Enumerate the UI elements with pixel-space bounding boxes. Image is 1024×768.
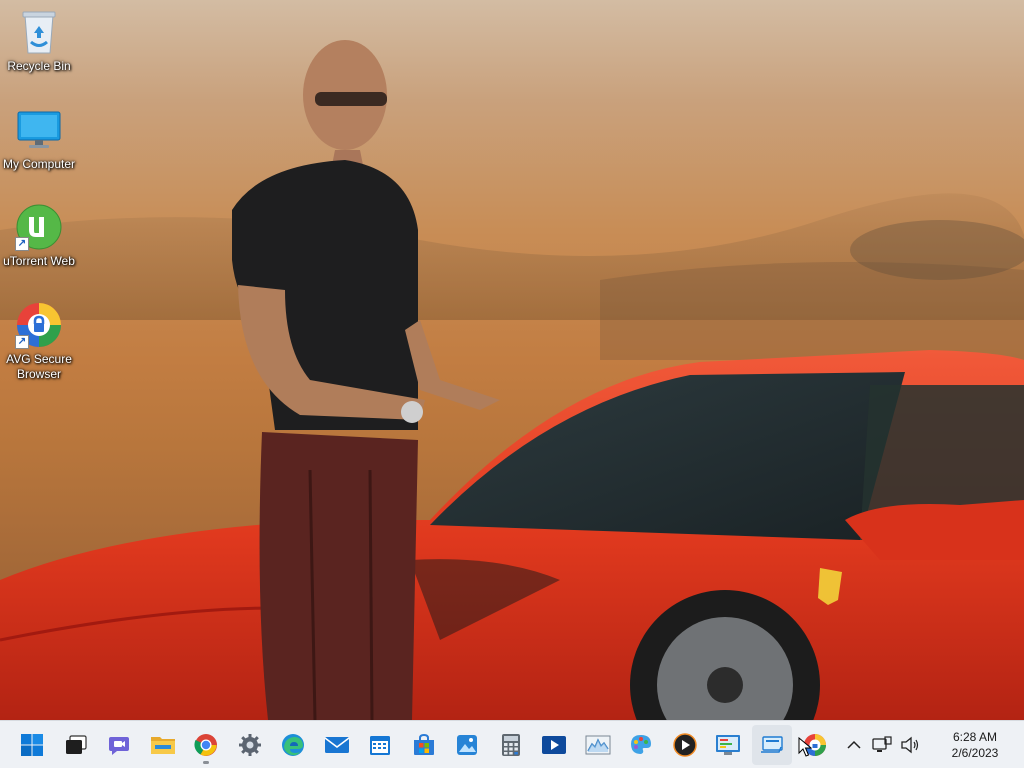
file-explorer-icon	[150, 737, 175, 754]
taskbar-clock[interactable]: 6:28 AM 2/6/2023	[932, 729, 1018, 761]
avg-browser-icon: ↗	[15, 301, 63, 349]
network-icon[interactable]	[870, 733, 894, 757]
chrome-icon	[194, 734, 217, 756]
chrome-button[interactable]	[186, 725, 226, 765]
media-player-button[interactable]	[665, 725, 705, 765]
taskbar: 6:28 AM 2/6/2023	[0, 720, 1024, 768]
utorrent-icon: ↗	[15, 203, 63, 251]
calculator-icon	[501, 734, 520, 756]
desktop-icon-label: AVG Secure Browser	[6, 352, 72, 381]
paint-button[interactable]	[621, 725, 661, 765]
chevron-up-icon[interactable]	[842, 733, 866, 757]
settings-gear-icon	[238, 734, 261, 756]
media-player-icon	[672, 733, 697, 757]
edge-icon	[282, 734, 304, 756]
microsoft-store-icon	[413, 733, 434, 755]
recycle-bin-icon	[15, 8, 63, 56]
volume-icon[interactable]	[898, 733, 922, 757]
desktop-wallpaper	[0, 0, 1024, 720]
desktop-icon-avg-secure-browser[interactable]: ↗ AVG Secure Browser	[0, 301, 78, 382]
resource-monitor-button[interactable]	[578, 725, 618, 765]
calendar-icon	[370, 736, 390, 755]
remote-desktop-icon	[760, 736, 783, 753]
mail-icon	[324, 737, 349, 753]
paint-icon	[631, 735, 651, 754]
photos-icon	[457, 735, 477, 755]
calculator-button[interactable]	[491, 725, 531, 765]
control-panel-button[interactable]	[708, 725, 748, 765]
desktop-icon-utorrent-web[interactable]: ↗ uTorrent Web	[0, 203, 78, 269]
shortcut-arrow-icon: ↗	[15, 237, 29, 251]
mouse-cursor-icon	[798, 737, 812, 757]
teams-chat-icon	[109, 737, 129, 755]
calendar-button[interactable]	[360, 725, 400, 765]
remote-desktop-button[interactable]	[751, 725, 792, 765]
start-button[interactable]	[12, 725, 52, 765]
movies-tv-icon	[542, 736, 566, 754]
file-explorer-button[interactable]	[143, 725, 183, 765]
microsoft-store-button[interactable]	[404, 725, 444, 765]
movies-tv-button[interactable]	[534, 725, 574, 765]
desktop-icon-label: Recycle Bin	[7, 59, 71, 73]
task-view-button[interactable]	[56, 725, 96, 765]
taskbar-pinned-apps	[12, 721, 839, 768]
control-panel-icon	[716, 735, 740, 755]
teams-chat-button[interactable]	[99, 725, 139, 765]
photos-button[interactable]	[447, 725, 487, 765]
desktop-icon-my-computer[interactable]: My Computer	[0, 106, 78, 172]
resource-monitor-icon	[585, 735, 610, 755]
desktop-icon-recycle-bin[interactable]: Recycle Bin	[0, 8, 78, 74]
system-tray: 6:28 AM 2/6/2023	[842, 721, 1024, 768]
clock-date: 2/6/2023	[951, 746, 999, 760]
desktop-icon-label: My Computer	[2, 157, 76, 171]
windows-start-icon	[21, 734, 43, 756]
desktop-icon-label: uTorrent Web	[3, 254, 75, 268]
shortcut-arrow-icon: ↗	[15, 335, 29, 349]
monitor-icon	[15, 106, 63, 154]
task-view-icon	[65, 735, 87, 754]
clock-time: 6:28 AM	[952, 730, 998, 744]
mail-button[interactable]	[317, 725, 357, 765]
settings-button[interactable]	[230, 725, 270, 765]
edge-button[interactable]	[273, 725, 313, 765]
